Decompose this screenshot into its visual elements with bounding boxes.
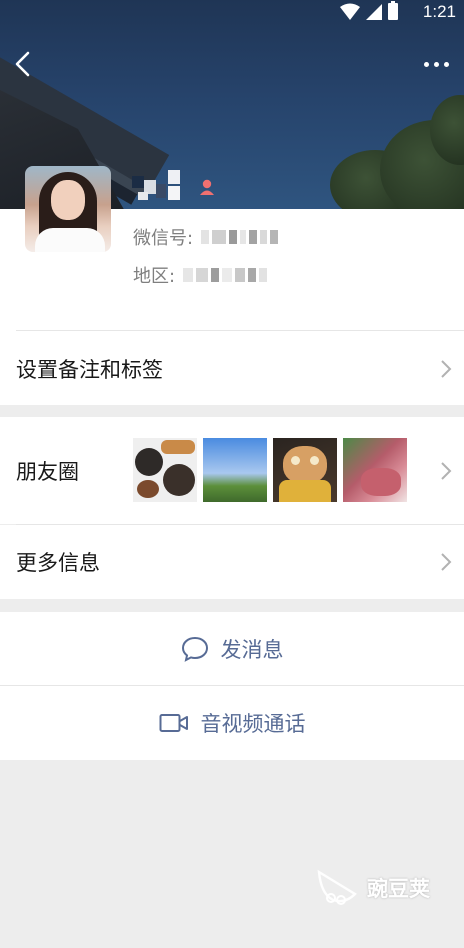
more-info-label: 更多信息 [16, 551, 100, 575]
region-row: 地区: [133, 262, 268, 288]
video-camera-icon [159, 714, 188, 732]
watermark-text: 豌豆荚 [367, 877, 430, 901]
chevron-right-icon [441, 553, 452, 571]
nickname-masked [132, 170, 186, 202]
wechat-id-row: 微信号: [133, 224, 279, 250]
battery-icon [388, 1, 398, 20]
set-remark-tags-label: 设置备注和标签 [16, 358, 163, 382]
status-time: 1:21 [422, 2, 456, 21]
wifi-icon [340, 3, 360, 20]
moments-photo-meat[interactable] [343, 438, 407, 502]
cellular-signal-icon [366, 3, 382, 20]
video-call-label: 音视频通话 [200, 712, 306, 736]
more-info-row[interactable]: 更多信息 [0, 525, 464, 599]
more-dot-icon [433, 61, 439, 67]
more-dot-icon [423, 61, 429, 67]
video-call-button[interactable]: 音视频通话 [0, 686, 464, 760]
chevron-right-icon [441, 462, 452, 480]
chevron-right-icon [441, 360, 452, 378]
moments-photo-sky[interactable] [203, 438, 267, 502]
wechat-id-label: 微信号: [133, 228, 194, 249]
moments-thumbnails[interactable] [133, 438, 407, 502]
back-arrow-icon[interactable] [8, 48, 40, 80]
set-remark-tags-row[interactable]: 设置备注和标签 [0, 331, 464, 405]
watermark: 豌豆荚 [315, 868, 430, 908]
more-options-button[interactable] [418, 50, 454, 78]
moments-label: 朋友圈 [16, 460, 79, 484]
moments-photo-cat[interactable] [273, 438, 337, 502]
wechat-id-masked [201, 230, 279, 244]
chat-bubble-icon [181, 636, 208, 662]
female-icon [200, 179, 214, 195]
avatar[interactable] [25, 166, 111, 252]
more-dot-icon [443, 61, 449, 67]
send-message-label: 发消息 [220, 637, 284, 662]
region-label: 地区: [133, 266, 176, 287]
watermark-logo-icon [317, 869, 357, 905]
moments-photo-food[interactable] [133, 438, 197, 502]
region-masked [183, 268, 268, 282]
status-bar: 1:21 [0, 0, 464, 24]
send-message-button[interactable]: 发消息 [0, 612, 464, 685]
